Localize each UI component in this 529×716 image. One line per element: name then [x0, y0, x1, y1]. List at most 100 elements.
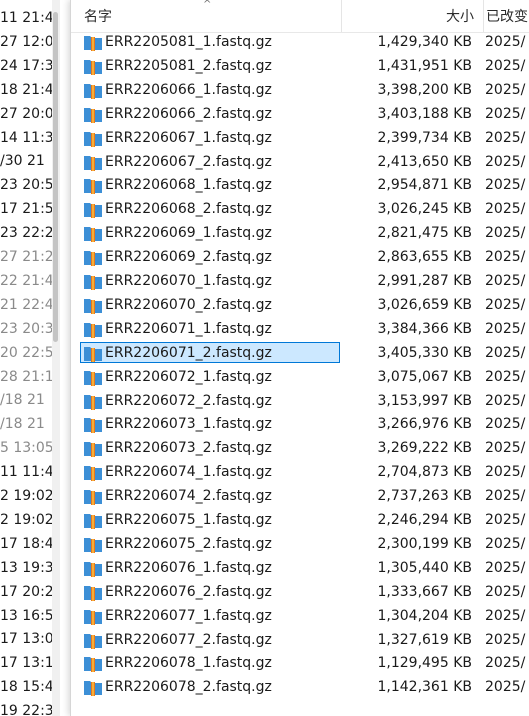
file-size: 2,954,871 KB — [377, 177, 473, 194]
file-row[interactable]: ERR2206071_2.fastq.gz 3,405,330 KB 2025/ — [71, 341, 529, 365]
file-row[interactable]: ERR2206069_1.fastq.gz 2,821,475 KB 2025/ — [71, 221, 529, 245]
file-row[interactable]: ERR2206068_2.fastq.gz 3,026,245 KB 2025/ — [71, 197, 529, 221]
file-row[interactable]: ERR2206067_1.fastq.gz 2,399,734 KB 2025/ — [71, 126, 529, 150]
file-row[interactable]: ERR2206073_1.fastq.gz 3,266,976 KB 2025/ — [71, 412, 529, 436]
file-name[interactable]: ERR2206073_2.fastq.gz — [105, 436, 272, 460]
file-row[interactable]: ERR2206077_2.fastq.gz 1,327,619 KB 2025/ — [71, 628, 529, 652]
file-size: 3,384,366 KB — [377, 320, 473, 337]
file-size: 3,269,222 KB — [377, 440, 473, 457]
file-size: 2,863,655 KB — [377, 249, 473, 266]
archive-file-icon — [83, 249, 103, 267]
file-name[interactable]: ERR2206067_1.fastq.gz — [105, 126, 272, 150]
file-name[interactable]: ERR2206077_2.fastq.gz — [105, 628, 272, 652]
archive-file-icon — [83, 177, 103, 195]
archive-file-icon — [83, 345, 103, 362]
file-name[interactable]: ERR2206066_2.fastq.gz — [105, 102, 272, 126]
archive-file-icon — [83, 321, 103, 338]
file-name[interactable]: ERR2206076_2.fastq.gz — [105, 580, 272, 604]
file-name[interactable]: ERR2206072_2.fastq.gz — [105, 389, 272, 413]
file-name[interactable]: ERR2206069_1.fastq.gz — [105, 221, 272, 245]
file-date-modified: 2025/ — [485, 607, 526, 624]
file-size: 2,413,650 KB — [377, 153, 473, 170]
file-date-modified: 2025/ — [485, 34, 526, 50]
archive-file-icon — [83, 106, 103, 123]
file-row[interactable]: ERR2206070_1.fastq.gz 2,991,287 KB 2025/ — [71, 269, 529, 293]
file-date-modified: 2025/ — [485, 201, 526, 218]
file-row[interactable]: ERR2206072_2.fastq.gz 3,153,997 KB 2025/ — [71, 389, 529, 413]
file-name[interactable]: ERR2206067_2.fastq.gz — [105, 150, 272, 174]
archive-file-icon — [83, 393, 103, 410]
file-row[interactable]: ERR2206073_2.fastq.gz 3,269,222 KB 2025/ — [71, 436, 529, 460]
file-name[interactable]: ERR2206076_1.fastq.gz — [105, 556, 272, 580]
file-row[interactable]: ERR2206071_1.fastq.gz 3,384,366 KB 2025/ — [71, 317, 529, 341]
column-header-name[interactable]: 名字 — [84, 0, 339, 32]
file-size: 3,026,245 KB — [377, 201, 473, 218]
file-size: 1,305,440 KB — [377, 559, 473, 576]
file-size: 3,398,200 KB — [377, 81, 473, 98]
file-row[interactable]: ERR2205081_1.fastq.gz 1,429,340 KB 2025/ — [71, 30, 529, 54]
file-name[interactable]: ERR2206077_1.fastq.gz — [105, 604, 272, 628]
background-scrollbar-thumb[interactable] — [53, 12, 58, 342]
file-size: 3,153,997 KB — [377, 392, 473, 409]
file-name[interactable]: ERR2206074_2.fastq.gz — [105, 484, 272, 508]
file-name[interactable]: ERR2206068_1.fastq.gz — [105, 173, 272, 197]
file-name[interactable]: ERR2206073_1.fastq.gz — [105, 412, 272, 436]
file-size: 2,399,734 KB — [377, 129, 473, 146]
file-row[interactable]: ERR2206076_2.fastq.gz 1,333,667 KB 2025/ — [71, 580, 529, 604]
file-row[interactable]: ERR2206074_2.fastq.gz 2,737,263 KB 2025/ — [71, 484, 529, 508]
file-name[interactable]: ERR2206074_1.fastq.gz — [105, 460, 272, 484]
file-date-modified: 2025/ — [485, 631, 526, 648]
file-name[interactable]: ERR2206066_1.fastq.gz — [105, 78, 272, 102]
column-header-date-modified[interactable]: 已改变 — [483, 0, 529, 32]
file-row[interactable]: ERR2206067_2.fastq.gz 2,413,650 KB 2025/ — [71, 150, 529, 174]
file-row[interactable]: ERR2206072_1.fastq.gz 3,075,067 KB 2025/ — [71, 365, 529, 389]
file-name[interactable]: ERR2206078_1.fastq.gz — [105, 651, 272, 675]
file-row[interactable]: ERR2206066_1.fastq.gz 3,398,200 KB 2025/ — [71, 78, 529, 102]
file-row[interactable]: ERR2206075_1.fastq.gz 2,246,294 KB 2025/ — [71, 508, 529, 532]
file-row[interactable]: ERR2206069_2.fastq.gz 2,863,655 KB 2025/ — [71, 245, 529, 269]
file-name[interactable]: ERR2206072_1.fastq.gz — [105, 365, 272, 389]
file-name[interactable]: ERR2206070_2.fastq.gz — [105, 293, 272, 317]
file-date-modified: 2025/ — [485, 416, 526, 433]
file-size: 2,704,873 KB — [377, 464, 473, 481]
column-divider[interactable] — [341, 0, 342, 32]
file-row[interactable]: ERR2206076_1.fastq.gz 1,305,440 KB 2025/ — [71, 556, 529, 580]
file-row[interactable]: ERR2206075_2.fastq.gz 2,300,199 KB 2025/ — [71, 532, 529, 556]
file-name[interactable]: ERR2206070_1.fastq.gz — [105, 269, 272, 293]
archive-file-icon — [83, 369, 103, 386]
file-row[interactable]: ERR2206066_2.fastq.gz 3,403,188 KB 2025/ — [71, 102, 529, 126]
file-date-modified: 2025/ — [485, 535, 526, 552]
file-name[interactable]: ERR2206071_1.fastq.gz — [105, 317, 272, 341]
file-name[interactable]: ERR2206075_1.fastq.gz — [105, 508, 272, 532]
file-row[interactable]: ERR2206070_2.fastq.gz 3,026,659 KB 2025/ — [71, 293, 529, 317]
file-date-modified: 2025/ — [485, 655, 526, 672]
file-name[interactable]: ERR2205081_2.fastq.gz — [105, 54, 272, 78]
file-name[interactable]: ERR2206078_2.fastq.gz — [105, 675, 272, 699]
archive-file-icon — [83, 416, 103, 434]
file-row[interactable]: ERR2206077_1.fastq.gz 1,304,204 KB 2025/ — [71, 604, 529, 628]
file-name[interactable]: ERR2206075_2.fastq.gz — [105, 532, 272, 556]
file-name[interactable]: ERR2206071_2.fastq.gz — [105, 341, 272, 365]
file-row[interactable]: ERR2206078_1.fastq.gz 1,129,495 KB 2025/ — [71, 651, 529, 675]
file-name[interactable]: ERR2206069_2.fastq.gz — [105, 245, 272, 269]
file-size: 2,737,263 KB — [377, 488, 473, 505]
archive-file-icon — [83, 297, 103, 314]
file-name[interactable]: ERR2205081_1.fastq.gz — [105, 30, 272, 54]
file-row[interactable]: ERR2206068_1.fastq.gz 2,954,871 KB 2025/ — [71, 173, 529, 197]
column-header-size[interactable]: 大小 — [343, 0, 474, 32]
file-date-modified: 2025/ — [485, 583, 526, 600]
file-row[interactable]: ERR2205081_2.fastq.gz 1,431,951 KB 2025/ — [71, 54, 529, 78]
file-size: 2,300,199 KB — [377, 535, 473, 552]
file-date-modified: 2025/ — [485, 273, 526, 289]
file-size: 2,821,475 KB — [377, 225, 473, 242]
file-date-modified: 2025/ — [485, 57, 526, 74]
archive-file-icon — [83, 655, 103, 673]
file-row[interactable]: ERR2206074_1.fastq.gz 2,704,873 KB 2025/ — [71, 460, 529, 484]
file-name[interactable]: ERR2206068_2.fastq.gz — [105, 197, 272, 221]
file-size: 3,405,330 KB — [377, 344, 473, 361]
archive-file-icon — [83, 273, 103, 290]
archive-file-icon — [83, 512, 103, 529]
file-date-modified: 2025/ — [485, 225, 526, 242]
background-window-list: 11 21:4 27 12:0 24 17:3 18 21:4 27 20:0 14 11… — [0, 0, 62, 716]
file-row[interactable]: ERR2206078_2.fastq.gz 1,142,361 KB 2025/ — [71, 675, 529, 699]
